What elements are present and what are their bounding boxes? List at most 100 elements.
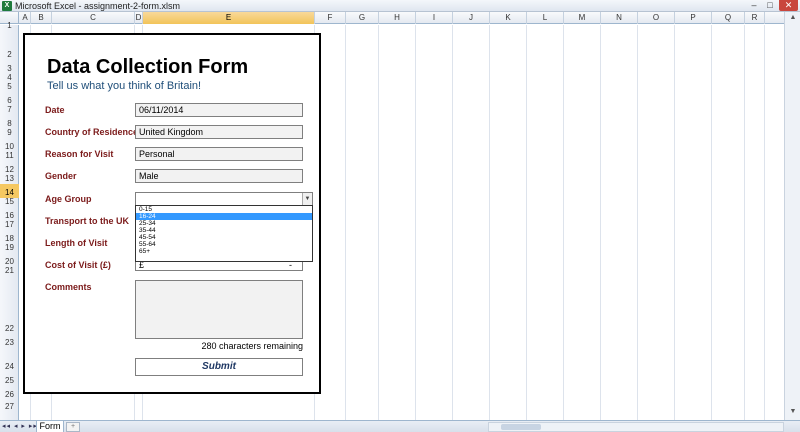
grid-line (637, 25, 638, 420)
grid-line (764, 25, 765, 420)
row-header-24[interactable]: 24 (0, 348, 19, 372)
form-subtitle: Tell us what you think of Britain! (47, 80, 202, 92)
excel-icon[interactable]: X (2, 1, 12, 11)
row-header-8[interactable]: 8 (0, 115, 19, 129)
window-title: Microsoft Excel - assignment-2-form.xlsm (15, 1, 181, 11)
scroll-up-icon[interactable]: ▲ (787, 12, 799, 24)
maximize-button[interactable]: □ (762, 0, 778, 11)
grid-line (415, 25, 416, 420)
column-header-i[interactable]: I (416, 12, 453, 24)
grid-line (744, 25, 745, 420)
age-option[interactable]: 0-15 (136, 206, 312, 213)
age-option[interactable]: 25-34 (136, 220, 312, 227)
grid-line (378, 25, 379, 420)
characters-remaining: 280 characters remaining (201, 341, 303, 351)
sheet-tab-form[interactable]: Form (36, 421, 64, 432)
reason-field[interactable]: Personal (135, 147, 303, 161)
country-field[interactable]: United Kingdom (135, 125, 303, 139)
date-label: Date (45, 105, 65, 115)
column-header-g[interactable]: G (346, 12, 379, 24)
grid-line (526, 25, 527, 420)
row-header-2[interactable]: 2 (0, 31, 19, 60)
row-header-3[interactable]: 3 (0, 60, 19, 74)
reason-label: Reason for Visit (45, 149, 114, 159)
column-header-n[interactable]: N (601, 12, 638, 24)
row-header-10[interactable]: 10 (0, 138, 19, 152)
date-field[interactable]: 06/11/2014 (135, 103, 303, 117)
row-header-11[interactable]: 11 (0, 152, 19, 161)
submit-button[interactable]: Submit (135, 358, 303, 376)
row-header-12[interactable]: 12 (0, 161, 19, 175)
sheet-tab-bar: ◂◂ ◂ ▸ ▸▸ Form + (0, 420, 800, 432)
row-header-5[interactable]: 5 (0, 83, 19, 92)
age-option[interactable]: 16-24 (136, 213, 312, 220)
row-header-17[interactable]: 17 (0, 221, 19, 230)
column-header-q[interactable]: Q (712, 12, 745, 24)
comments-textarea[interactable] (135, 280, 303, 339)
age-option[interactable]: 55-64 (136, 241, 312, 248)
row-header-27[interactable]: 27 (0, 400, 19, 412)
gender-label: Gender (45, 171, 77, 181)
row-header-7[interactable]: 7 (0, 106, 19, 115)
grid-line (489, 25, 490, 420)
column-header-e[interactable]: E (143, 12, 315, 24)
column-header-r[interactable]: R (745, 12, 765, 24)
row-header-21[interactable]: 21 (0, 267, 19, 276)
minimize-button[interactable]: – (746, 0, 762, 11)
scroll-down-icon[interactable]: ▼ (787, 406, 799, 418)
comments-label: Comments (45, 282, 92, 292)
row-header-22[interactable]: 22 (0, 276, 19, 334)
chevron-down-icon[interactable]: ▼ (302, 193, 312, 205)
row-header-13[interactable]: 13 (0, 175, 19, 184)
row-header-26[interactable]: 26 (0, 386, 19, 400)
age-option[interactable]: 35-44 (136, 227, 312, 234)
grid-line (563, 25, 564, 420)
length-label: Length of Visit (45, 238, 108, 248)
transport-label: Transport to the UK (45, 216, 130, 226)
row-header-23[interactable]: 23 (0, 334, 19, 348)
column-header-c[interactable]: C (52, 12, 135, 24)
column-header-h[interactable]: H (379, 12, 416, 24)
age-option[interactable]: 45-54 (136, 234, 312, 241)
column-header: ABCDEFGHIJKLMNOPQR (0, 12, 800, 24)
new-sheet-icon[interactable]: + (66, 422, 80, 432)
gender-field[interactable]: Male (135, 169, 303, 183)
excel-window: X Microsoft Excel - assignment-2-form.xl… (0, 0, 800, 432)
column-header-l[interactable]: L (527, 12, 564, 24)
grid-line (600, 25, 601, 420)
data-collection-form: Data Collection Form Tell us what you th… (23, 33, 321, 394)
close-button[interactable]: ✕ (779, 0, 798, 11)
row-header-20[interactable]: 20 (0, 253, 19, 267)
row-header-18[interactable]: 18 (0, 230, 19, 244)
age-option[interactable]: 65+ (136, 248, 312, 255)
column-header-a[interactable]: A (20, 12, 31, 24)
title-bar: X Microsoft Excel - assignment-2-form.xl… (0, 0, 800, 12)
grid-line (345, 25, 346, 420)
column-header-f[interactable]: F (315, 12, 346, 24)
row-header-25[interactable]: 25 (0, 372, 19, 386)
grid-line (711, 25, 712, 420)
row-header-14[interactable]: 14 (0, 184, 19, 198)
age-combobox[interactable]: ▼ (135, 192, 313, 206)
row-header-19[interactable]: 19 (0, 244, 19, 253)
column-header-d[interactable]: D (135, 12, 143, 24)
age-dropdown-list[interactable]: 0-15 16-24 25-34 35-44 45-54 55-64 65+ (135, 205, 313, 262)
row-header-6[interactable]: 6 (0, 92, 19, 106)
horizontal-scrollbar[interactable] (488, 422, 784, 432)
column-header-j[interactable]: J (453, 12, 490, 24)
row-header-15[interactable]: 15 (0, 198, 19, 207)
column-header-b[interactable]: B (31, 12, 52, 24)
row-header-16[interactable]: 16 (0, 207, 19, 221)
column-header-m[interactable]: M (564, 12, 601, 24)
column-header-k[interactable]: K (490, 12, 527, 24)
horizontal-scroll-thumb[interactable] (501, 424, 541, 430)
row-header: 1 2 3 4 5 6 7 8 9 10 11 12 13 14 15 16 17 18 19 20 21 22 23 24 2… (0, 22, 19, 420)
form-title: Data Collection Form (47, 56, 249, 78)
column-header-p[interactable]: P (675, 12, 712, 24)
column-header-o[interactable]: O (638, 12, 675, 24)
vertical-scrollbar[interactable]: ▲ ▼ (784, 12, 800, 420)
grid-line (452, 25, 453, 420)
cost-label: Cost of Visit (£) (45, 260, 111, 270)
sheet-nav-buttons[interactable]: ◂◂ ◂ ▸ ▸▸ (2, 422, 38, 432)
row-header-9[interactable]: 9 (0, 129, 19, 138)
